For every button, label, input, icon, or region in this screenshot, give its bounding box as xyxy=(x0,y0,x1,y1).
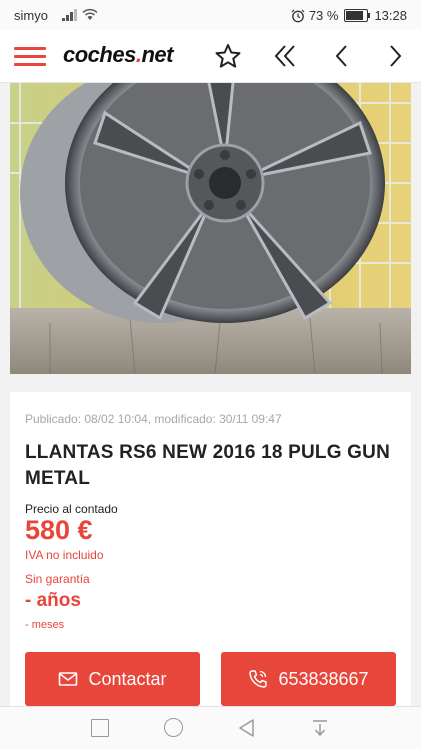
warranty-months: - meses xyxy=(25,619,65,631)
price: 580 € xyxy=(25,515,93,545)
price-label: Precio al contado xyxy=(25,502,118,516)
first-page-icon[interactable] xyxy=(270,43,300,69)
app-header: coches.net xyxy=(0,30,421,83)
next-icon[interactable] xyxy=(383,43,407,69)
wifi-icon xyxy=(82,8,98,20)
vat-note: IVA no incluido xyxy=(25,548,104,562)
signal-icon xyxy=(62,9,77,21)
product-photo[interactable] xyxy=(10,83,411,374)
status-bar: simyo 73 % 13:28 xyxy=(0,0,421,30)
listing-title: LLANTAS RS6 NEW 2016 18 PULG GUN METAL xyxy=(25,442,391,489)
logo-tld: net xyxy=(141,42,173,67)
listing-card: Publicado: 08/02 10:04, modificado: 30/1… xyxy=(10,392,411,712)
contact-label: Contactar xyxy=(88,668,167,689)
notification-pull-icon[interactable] xyxy=(310,717,330,739)
phone-icon xyxy=(249,670,268,688)
previous-icon[interactable] xyxy=(330,43,354,69)
system-nav-bar xyxy=(0,706,421,749)
battery-text: 73 % xyxy=(308,8,339,23)
warranty-label: Sin garantía xyxy=(25,572,90,586)
published-date: Publicado: 08/02 10:04, modificado: 30/1… xyxy=(25,412,282,426)
menu-icon[interactable] xyxy=(14,42,46,70)
phone-label: 653838667 xyxy=(278,668,369,689)
back-icon[interactable] xyxy=(237,718,257,738)
logo[interactable]: coches.net xyxy=(63,42,173,68)
alarm-icon xyxy=(291,9,305,22)
carrier-name: simyo xyxy=(14,8,48,23)
wheel-rim-image xyxy=(10,83,411,374)
contact-button[interactable]: Contactar xyxy=(25,652,200,706)
status-right: 73 % 13:28 xyxy=(291,8,407,23)
recent-apps-icon[interactable] xyxy=(91,719,109,737)
clock: 13:28 xyxy=(374,8,407,23)
logo-main: coches xyxy=(63,42,136,67)
mail-icon xyxy=(59,672,78,686)
warranty-years: - años xyxy=(25,590,81,611)
phone-button[interactable]: 653838667 xyxy=(221,652,396,706)
battery-icon xyxy=(344,9,371,22)
star-icon[interactable] xyxy=(214,43,242,69)
home-icon[interactable] xyxy=(164,718,183,737)
